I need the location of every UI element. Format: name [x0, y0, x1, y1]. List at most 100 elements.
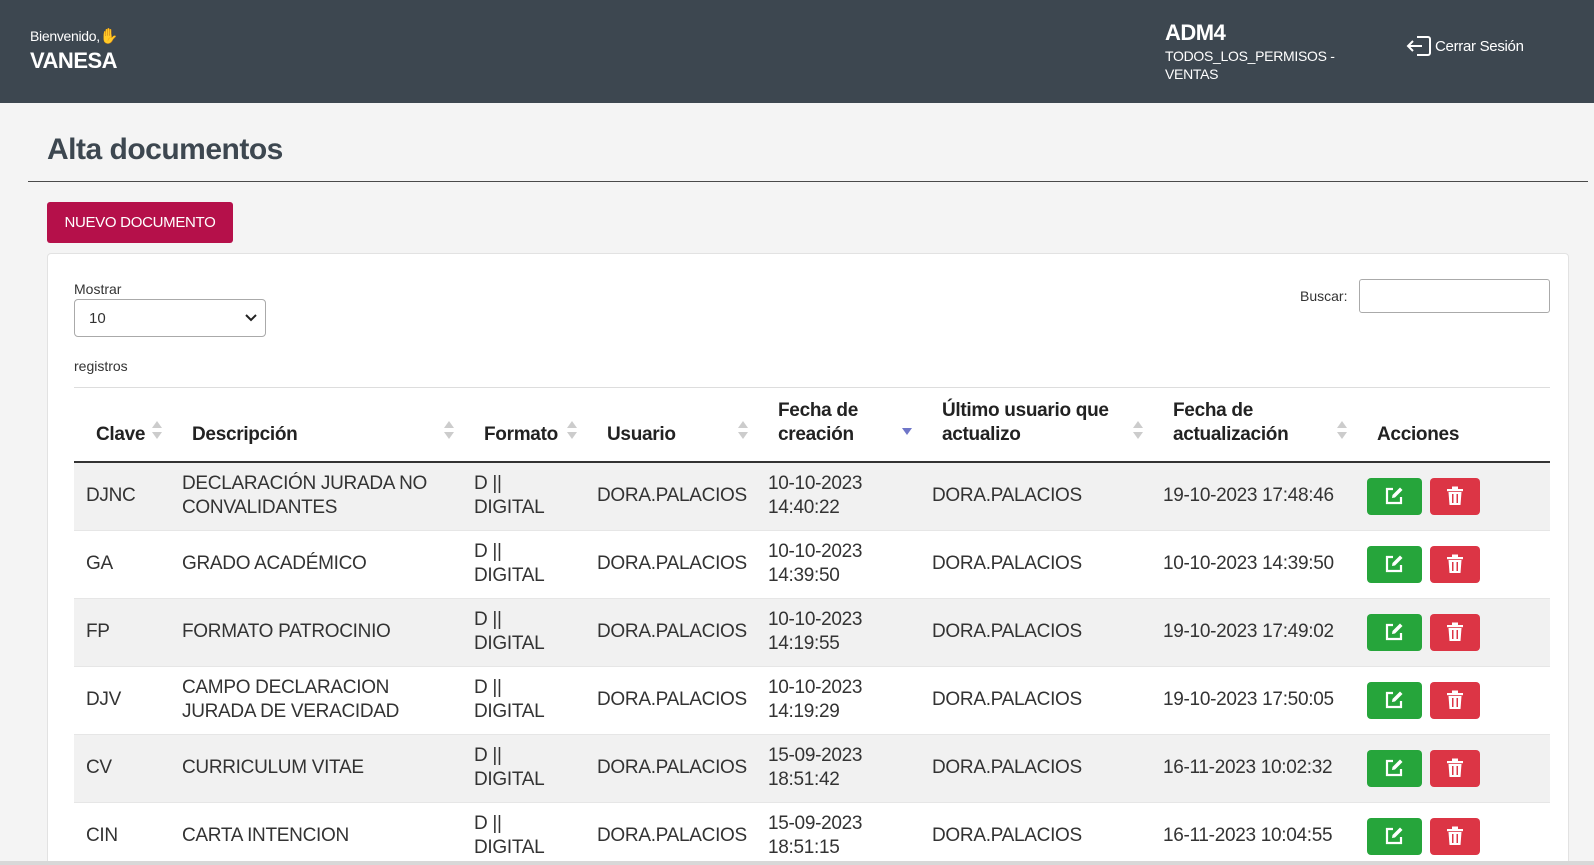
welcome-greeting: Bienvenido,✋ [30, 27, 119, 45]
cell-formato: D || DIGITAL [462, 598, 585, 667]
top-bar: Bienvenido,✋ VANESA ADM4 TODOS_LOS_PERMI… [0, 0, 1594, 103]
role-code: ADM4 [1165, 20, 1226, 45]
cell-acciones [1355, 802, 1550, 865]
table-body: DJNC DECLARACIÓN JURADA NO CONVALIDANTES… [74, 462, 1550, 865]
new-document-button[interactable]: NUEVO DOCUMENTO [47, 202, 233, 243]
cell-fecha-actualizacion: 19-10-2023 17:49:02 [1151, 598, 1355, 667]
cell-fecha-actualizacion: 19-10-2023 17:48:46 [1151, 462, 1355, 531]
delete-button[interactable] [1430, 477, 1480, 515]
edit-button[interactable] [1367, 681, 1422, 719]
delete-button[interactable] [1430, 681, 1480, 719]
cell-descripcion: GRADO ACADÉMICO [170, 530, 462, 599]
cell-fecha-creacion: 10-10-2023 14:39:50 [756, 530, 920, 599]
sort-desc-icon [902, 421, 912, 441]
cell-usuario: DORA.PALACIOS [585, 802, 756, 865]
table-row: DJNC DECLARACIÓN JURADA NO CONVALIDANTES… [74, 462, 1550, 531]
cell-clave: DJNC [74, 462, 170, 531]
column-header-clave[interactable]: Clave [74, 388, 170, 463]
cell-formato: D || DIGITAL [462, 666, 585, 735]
cell-ultimo-usuario: DORA.PALACIOS [920, 598, 1151, 667]
cell-formato: D || DIGITAL [462, 734, 585, 803]
column-header-fecha-creacion[interactable]: Fecha de creación [756, 388, 920, 463]
table-row: FP FORMATO PATROCINIO D || DIGITAL DORA.… [74, 598, 1550, 667]
trash-icon [1447, 622, 1463, 641]
welcome-text: Bienvenido, [30, 28, 100, 44]
cell-fecha-creacion: 10-10-2023 14:40:22 [756, 462, 920, 531]
cell-usuario: DORA.PALACIOS [585, 530, 756, 599]
cell-ultimo-usuario: DORA.PALACIOS [920, 530, 1151, 599]
cell-fecha-creacion: 15-09-2023 18:51:15 [756, 802, 920, 865]
sort-icon [567, 421, 577, 441]
cell-formato: D || DIGITAL [462, 802, 585, 865]
documents-table: Clave Descripción Formato Usuario Fecha … [74, 388, 1550, 865]
table-row: CV CURRICULUM VITAE D || DIGITAL DORA.PA… [74, 734, 1550, 803]
cell-clave: GA [74, 530, 170, 599]
cell-descripcion: CAMPO DECLARACION JURADA DE VERACIDAD [170, 666, 462, 735]
cell-fecha-creacion: 10-10-2023 14:19:55 [756, 598, 920, 667]
cell-usuario: DORA.PALACIOS [585, 598, 756, 667]
sort-icon [444, 421, 454, 441]
cell-ultimo-usuario: DORA.PALACIOS [920, 462, 1151, 531]
column-header-ultimo-usuario[interactable]: Último usuario que actualizo [920, 388, 1151, 463]
cell-formato: D || DIGITAL [462, 530, 585, 599]
trash-icon [1447, 554, 1463, 573]
documents-card: Mostrar 10 registros Buscar: Clave Descr… [47, 253, 1569, 865]
table-row: GA GRADO ACADÉMICO D || DIGITAL DORA.PAL… [74, 530, 1550, 599]
cell-acciones [1355, 462, 1550, 531]
role-name: TODOS_LOS_PERMISOS - VENTAS [1165, 48, 1335, 82]
cell-ultimo-usuario: DORA.PALACIOS [920, 666, 1151, 735]
table-row: DJV CAMPO DECLARACION JURADA DE VERACIDA… [74, 666, 1550, 735]
cell-ultimo-usuario: DORA.PALACIOS [920, 802, 1151, 865]
edit-button[interactable] [1367, 749, 1422, 787]
cell-clave: CIN [74, 802, 170, 865]
cell-formato: D || DIGITAL [462, 462, 585, 531]
sort-icon [1337, 421, 1347, 441]
trash-icon [1447, 690, 1463, 709]
delete-button[interactable] [1430, 749, 1480, 787]
edit-button[interactable] [1367, 613, 1422, 651]
cell-fecha-actualizacion: 19-10-2023 17:50:05 [1151, 666, 1355, 735]
column-header-usuario[interactable]: Usuario [585, 388, 756, 463]
edit-button[interactable] [1367, 477, 1422, 515]
edit-button[interactable] [1367, 817, 1422, 855]
cell-ultimo-usuario: DORA.PALACIOS [920, 734, 1151, 803]
user-name: VANESA [30, 48, 118, 73]
column-header-fecha-actualizacion[interactable]: Fecha de actualización [1151, 388, 1355, 463]
delete-button[interactable] [1430, 817, 1480, 855]
cell-acciones [1355, 530, 1550, 599]
logout-button[interactable]: Cerrar Sesión [1406, 34, 1524, 58]
cell-descripcion: CURRICULUM VITAE [170, 734, 462, 803]
cell-clave: FP [74, 598, 170, 667]
delete-button[interactable] [1430, 613, 1480, 651]
cell-usuario: DORA.PALACIOS [585, 734, 756, 803]
records-label: registros [74, 358, 128, 374]
page-length-select[interactable]: 10 [74, 299, 266, 337]
cell-acciones [1355, 666, 1550, 735]
trash-icon [1447, 826, 1463, 845]
trash-icon [1447, 758, 1463, 777]
cell-fecha-actualizacion: 16-11-2023 10:04:55 [1151, 802, 1355, 865]
cell-fecha-creacion: 15-09-2023 18:51:42 [756, 734, 920, 803]
bottom-edge [0, 861, 1594, 865]
column-header-formato[interactable]: Formato [462, 388, 585, 463]
cell-usuario: DORA.PALACIOS [585, 462, 756, 531]
logout-label: Cerrar Sesión [1435, 37, 1524, 55]
edit-icon [1385, 623, 1402, 641]
cell-clave: DJV [74, 666, 170, 735]
delete-button[interactable] [1430, 545, 1480, 583]
cell-fecha-actualizacion: 10-10-2023 14:39:50 [1151, 530, 1355, 599]
edit-icon [1385, 759, 1402, 777]
column-header-acciones: Acciones [1355, 388, 1550, 463]
show-label: Mostrar [74, 281, 122, 297]
table-header: Clave Descripción Formato Usuario Fecha … [74, 388, 1550, 463]
search-input[interactable] [1359, 279, 1550, 313]
chevron-down-icon [245, 314, 257, 322]
trash-icon [1447, 486, 1463, 506]
column-header-descripcion[interactable]: Descripción [170, 388, 462, 463]
sort-icon [1133, 421, 1143, 441]
edit-button[interactable] [1367, 545, 1422, 583]
sort-icon [738, 421, 748, 441]
edit-icon [1385, 555, 1402, 573]
cell-fecha-actualizacion: 16-11-2023 10:02:32 [1151, 734, 1355, 803]
edit-icon [1385, 827, 1402, 845]
